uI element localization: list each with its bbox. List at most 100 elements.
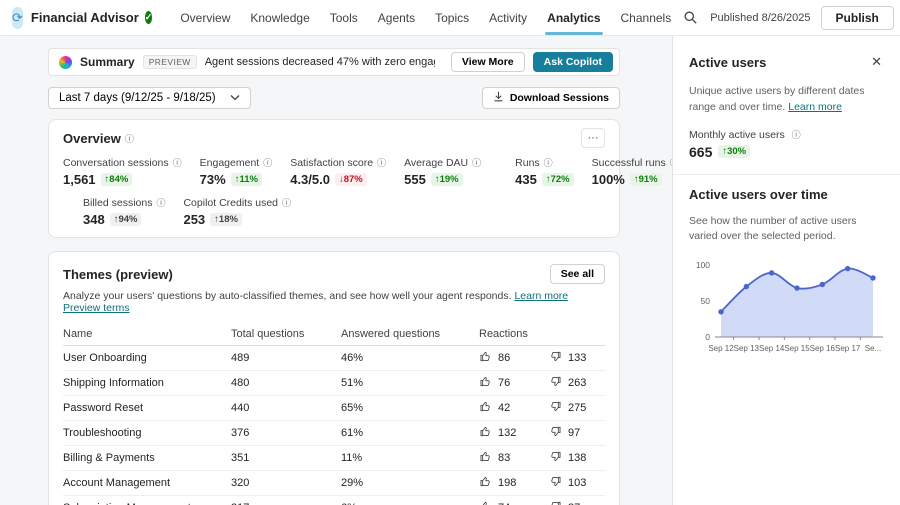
thumbs-up-count: 198: [498, 477, 516, 489]
metric-value: 348: [83, 212, 105, 227]
tab-tools[interactable]: Tools: [320, 0, 368, 36]
tab-knowledge[interactable]: Knowledge: [240, 0, 319, 36]
svg-text:Sep 16: Sep 16: [810, 344, 836, 353]
column-header-total[interactable]: Total questions: [231, 328, 341, 340]
info-icon: ⓘ: [792, 130, 801, 140]
theme-answered-questions: 11%: [341, 452, 479, 464]
themes-description-text: Analyze your users' questions by auto-cl…: [63, 290, 512, 302]
column-header-reactions[interactable]: Reactions: [479, 328, 605, 340]
theme-name: Shipping Information: [63, 377, 231, 389]
table-row[interactable]: Subscription Management 317 6% 74: [63, 496, 605, 505]
metric-delta-badge: ↑18%: [210, 213, 242, 226]
thumbs-down-count: 103: [568, 477, 586, 489]
svg-text:100: 100: [696, 260, 710, 270]
info-icon: ⓘ: [544, 158, 553, 168]
svg-text:0: 0: [705, 332, 710, 342]
theme-total-questions: 320: [231, 477, 341, 489]
panel-title: Active users: [689, 55, 766, 70]
metric-successful-runs: Successful runsⓘ 100% ↑91%: [592, 156, 672, 187]
metric-value: 100%: [592, 172, 625, 187]
themes-card: Themes (preview) See all Analyze your us…: [48, 251, 620, 505]
thumbs-up-count: 83: [498, 452, 510, 464]
thumbs-up-icon: [479, 475, 492, 491]
thumbs-up-count: 42: [498, 402, 510, 414]
overview-metrics-row1: Conversation sessionsⓘ 1,561 ↑84% Engage…: [63, 156, 605, 187]
theme-name: Troubleshooting: [63, 427, 231, 439]
verified-badge-icon: ✓: [145, 11, 153, 24]
tab-topics[interactable]: Topics: [425, 0, 479, 36]
publish-button[interactable]: Publish: [821, 6, 894, 30]
download-sessions-label: Download Sessions: [510, 92, 609, 104]
svg-text:Sep 14: Sep 14: [759, 344, 785, 353]
metric-label: Successful runs: [592, 157, 666, 169]
info-icon: ⓘ: [282, 198, 291, 208]
filter-row: Last 7 days (9/12/25 - 9/18/25) Download…: [48, 87, 620, 109]
see-all-button[interactable]: See all: [550, 264, 605, 284]
thumbs-down-icon: [549, 475, 562, 491]
preview-terms-link[interactable]: Preview terms: [63, 302, 130, 314]
metric-delta-badge: ↓87%: [335, 173, 367, 186]
info-icon: ⓘ: [377, 158, 386, 168]
theme-name: User Onboarding: [63, 352, 231, 364]
thumbs-down-count: 133: [568, 352, 586, 364]
date-range-dropdown[interactable]: Last 7 days (9/12/25 - 9/18/25): [48, 87, 251, 109]
tab-overview[interactable]: Overview: [170, 0, 240, 36]
overview-more-icon[interactable]: ···: [581, 128, 605, 148]
monthly-active-users-label-text: Monthly active users: [689, 129, 785, 141]
summary-text: Agent sessions decreased 47% with zero e…: [205, 56, 435, 68]
table-row[interactable]: Account Management 320 29% 198: [63, 471, 605, 496]
learn-more-link[interactable]: Learn more: [514, 290, 568, 302]
table-row[interactable]: User Onboarding 489 46% 86: [63, 346, 605, 371]
overview-card: Overview ⓘ ··· Conversation sessionsⓘ 1,…: [48, 119, 620, 238]
table-row[interactable]: Billing & Payments 351 11% 83: [63, 446, 605, 471]
table-row[interactable]: Password Reset 440 65% 42: [63, 396, 605, 421]
summary-title: Summary: [80, 55, 135, 69]
tab-channels[interactable]: Channels: [611, 0, 682, 36]
theme-answered-questions: 29%: [341, 477, 479, 489]
monthly-active-users-delta-badge: ↑30%: [718, 145, 750, 158]
tab-activity[interactable]: Activity: [479, 0, 537, 36]
column-header-name[interactable]: Name: [63, 328, 231, 340]
info-icon: ⓘ: [125, 132, 134, 145]
metric-engagement: Engagementⓘ 73% ↑11%: [200, 156, 273, 187]
metric-label: Satisfaction score: [290, 157, 373, 169]
metric-value: 73%: [200, 172, 226, 187]
download-sessions-button[interactable]: Download Sessions: [482, 87, 620, 109]
published-date: Published 8/26/2025: [710, 12, 810, 24]
metric-value: 4.3/5.0: [290, 172, 330, 187]
search-icon[interactable]: [681, 8, 700, 27]
column-header-answered[interactable]: Answered questions: [341, 328, 479, 340]
table-row[interactable]: Shipping Information 480 51% 76: [63, 371, 605, 396]
tab-agents[interactable]: Agents: [368, 0, 425, 36]
svg-text:Sep 17: Sep 17: [835, 344, 861, 353]
active-users-chart: 050100Sep 12Sep 13Sep 14Sep 15Sep 16Sep …: [689, 255, 884, 372]
close-icon[interactable]: ✕: [869, 52, 884, 72]
view-more-button[interactable]: View More: [451, 52, 525, 72]
theme-total-questions: 351: [231, 452, 341, 464]
theme-answered-questions: 51%: [341, 377, 479, 389]
main-nav: OverviewKnowledgeToolsAgentsTopicsActivi…: [170, 0, 681, 36]
metric-conversation-sessions: Conversation sessionsⓘ 1,561 ↑84%: [63, 156, 182, 187]
theme-name: Password Reset: [63, 402, 231, 414]
svg-text:Sep 13: Sep 13: [734, 344, 760, 353]
date-range-value: Last 7 days (9/12/25 - 9/18/25): [59, 92, 216, 104]
themes-description: Analyze your users' questions by auto-cl…: [63, 290, 605, 314]
theme-total-questions: 376: [231, 427, 341, 439]
tab-analytics[interactable]: Analytics: [537, 0, 610, 36]
metric-average-dau: Average DAUⓘ 555 ↑19%: [404, 156, 481, 187]
svg-text:Se...: Se...: [865, 344, 881, 353]
info-icon: ⓘ: [263, 158, 272, 168]
ask-copilot-button[interactable]: Ask Copilot: [533, 52, 613, 72]
learn-more-link[interactable]: Learn more: [788, 101, 842, 113]
svg-text:Sep 12: Sep 12: [708, 344, 734, 353]
thumbs-up-icon: [479, 500, 492, 505]
table-header-row: Name Total questions Answered questions …: [63, 322, 605, 346]
thumbs-up-icon: [479, 450, 492, 466]
theme-answered-questions: 65%: [341, 402, 479, 414]
thumbs-up-count: 86: [498, 352, 510, 364]
info-icon: ⓘ: [472, 158, 481, 168]
theme-total-questions: 480: [231, 377, 341, 389]
active-users-panel: Active users ✕ Unique active users by di…: [672, 36, 900, 505]
thumbs-down-icon: [549, 375, 562, 391]
table-row[interactable]: Troubleshooting 376 61% 132: [63, 421, 605, 446]
